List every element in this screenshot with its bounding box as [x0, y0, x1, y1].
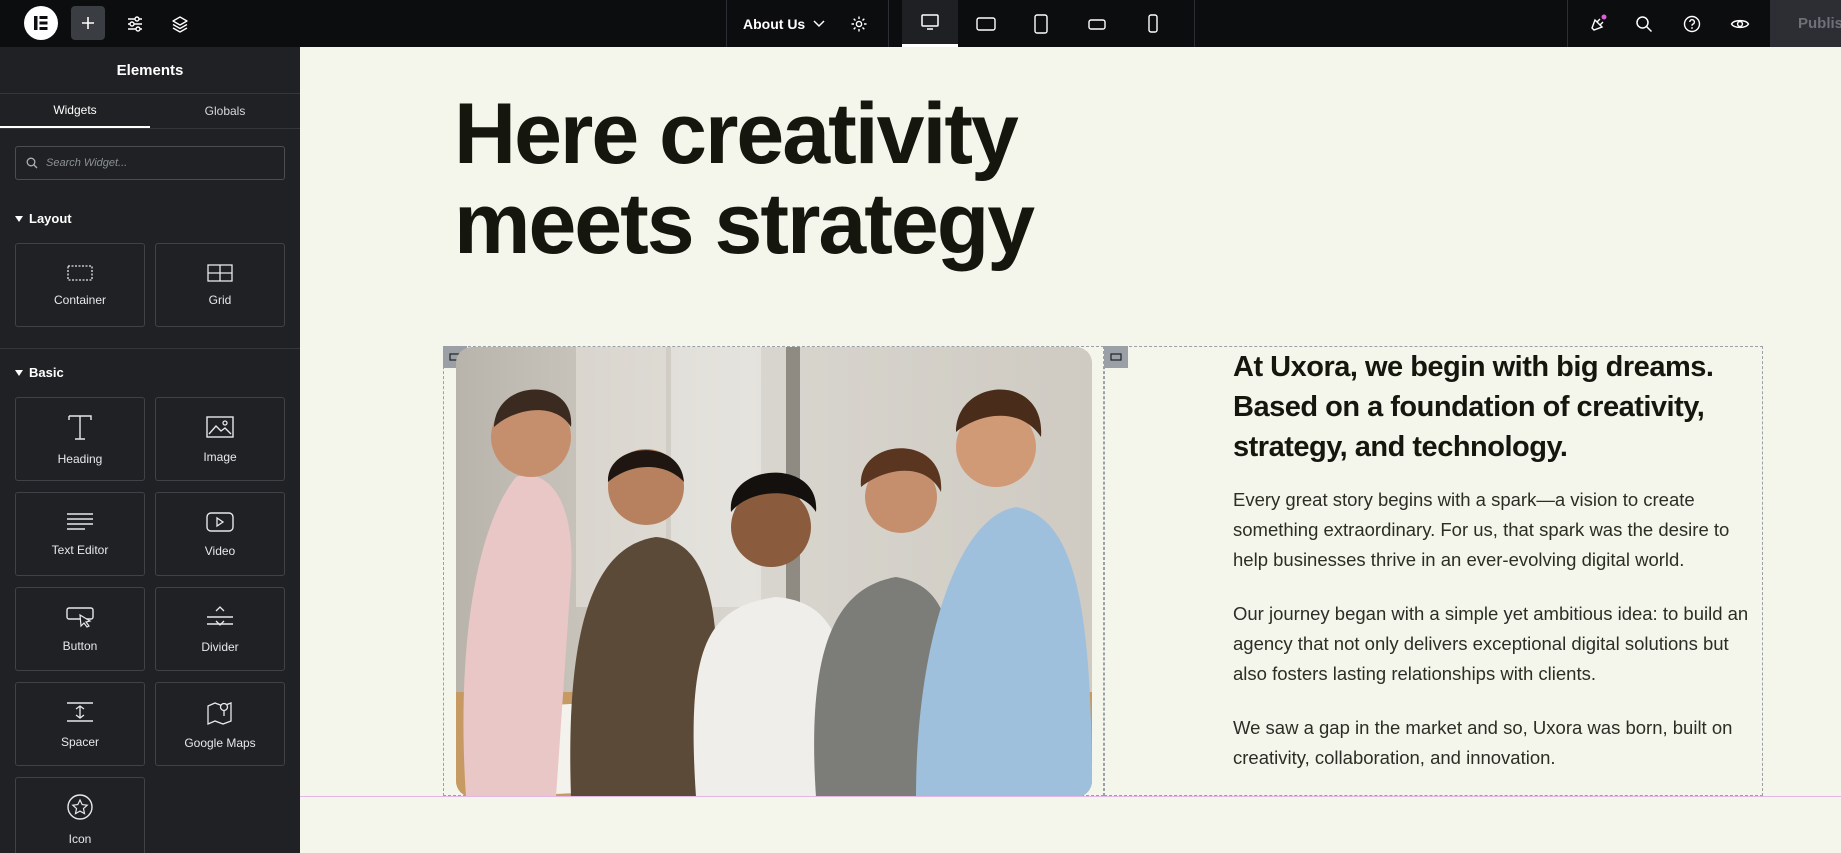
notifications-icon [1591, 14, 1607, 31]
widget-container[interactable]: Container [15, 243, 145, 327]
container-handle[interactable] [1104, 346, 1128, 368]
team-photo-image [456, 347, 1092, 797]
hero-heading-line: Here creativity [454, 86, 1019, 182]
widget-image[interactable]: Image [155, 397, 285, 481]
about-sub-heading[interactable]: At Uxora, we begin with big dreams. Base… [1233, 347, 1753, 467]
category-label: Layout [29, 211, 72, 226]
search-icon [1636, 15, 1653, 32]
publish-button[interactable]: Publish [1770, 0, 1841, 47]
publish-label: Publish [1798, 15, 1841, 32]
topbar-divider [1194, 0, 1195, 47]
editor-canvas[interactable]: Here creativity meets strategy At Uxora,… [300, 47, 1841, 853]
device-tablet-button[interactable] [1013, 0, 1069, 47]
chevron-down-icon [813, 19, 825, 27]
image-column-container[interactable] [443, 346, 1104, 797]
site-settings-button[interactable] [118, 0, 152, 47]
preview-eye-icon [1730, 19, 1750, 28]
widget-label: Button [62, 639, 98, 653]
caret-down-icon [15, 369, 23, 376]
team-photo[interactable] [456, 347, 1092, 797]
widget-label: Text Editor [51, 543, 109, 557]
widget-label: Container [53, 293, 107, 307]
widget-label: Grid [208, 293, 232, 307]
widget-video[interactable]: Video [155, 492, 285, 576]
container-icon [67, 265, 93, 281]
google-maps-icon [207, 702, 232, 725]
page-settings-icon [851, 16, 867, 31]
topbar-divider [1567, 0, 1568, 47]
elements-panel: Elements Widgets Globals Layout Containe… [0, 47, 300, 853]
topbar-divider [888, 0, 889, 47]
about-paragraph[interactable]: We saw a gap in the market and so, Uxora… [1233, 713, 1758, 773]
hero-heading-line: meets strategy [454, 176, 1035, 272]
widget-label: Google Maps [184, 736, 256, 750]
widget-text-editor[interactable]: Text Editor [15, 492, 145, 576]
mobile-icon [1148, 13, 1158, 33]
hero-heading[interactable]: Here creativity meets strategy [454, 89, 1214, 269]
device-mobile-button[interactable] [1125, 0, 1181, 47]
widget-heading[interactable]: Heading [15, 397, 145, 481]
preview-button[interactable] [1726, 0, 1754, 47]
widget-button[interactable]: Button [15, 587, 145, 671]
image-icon [206, 416, 234, 438]
page-name-label: About Us [743, 15, 806, 32]
settings-sliders-icon [128, 15, 142, 32]
search-button[interactable] [1630, 0, 1658, 47]
widget-label: Divider [201, 640, 239, 654]
panel-title: Elements [0, 47, 300, 94]
widget-icon[interactable]: Icon [15, 777, 145, 853]
widget-spacer[interactable]: Spacer [15, 682, 145, 766]
widget-grid[interactable]: Grid [155, 243, 285, 327]
widget-divider[interactable]: Divider [155, 587, 285, 671]
star-icon [67, 794, 93, 820]
widget-label: Heading [57, 452, 103, 466]
tablet-icon [1034, 13, 1048, 34]
divider-icon [207, 606, 233, 626]
search-widget-input[interactable] [46, 157, 266, 169]
video-icon [206, 512, 234, 532]
layers-icon [172, 15, 188, 33]
widget-label: Video [204, 544, 236, 558]
about-paragraph[interactable]: Our journey began with a simple yet ambi… [1233, 599, 1758, 689]
category-label: Basic [29, 365, 64, 380]
desktop-icon [921, 14, 939, 30]
device-tablet-landscape-button[interactable] [958, 0, 1014, 47]
widget-label: Spacer [60, 735, 100, 749]
text-editor-icon [67, 513, 93, 530]
tab-globals[interactable]: Globals [150, 94, 300, 128]
category-layout-toggle[interactable]: Layout [15, 211, 72, 226]
mobile-landscape-icon [1088, 18, 1106, 30]
category-basic-toggle[interactable]: Basic [15, 365, 64, 380]
tablet-landscape-icon [976, 16, 996, 31]
widget-label: Icon [68, 832, 92, 846]
widget-google-maps[interactable]: Google Maps [155, 682, 285, 766]
tab-widgets[interactable]: Widgets [0, 94, 150, 128]
about-paragraph[interactable]: Every great story begins with a spark—a … [1233, 485, 1758, 575]
page-selector[interactable]: About Us [743, 0, 825, 47]
topbar-divider [726, 0, 727, 47]
page-settings-button[interactable] [846, 0, 872, 47]
panel-tabs: Widgets Globals [0, 94, 300, 129]
section-boundary [300, 796, 1841, 797]
search-icon [26, 157, 38, 169]
widget-search[interactable] [15, 146, 285, 180]
add-element-button[interactable] [71, 6, 105, 40]
panel-divider [0, 348, 300, 349]
help-icon [1683, 15, 1701, 32]
device-desktop-button[interactable] [902, 0, 958, 47]
container-handle-icon [1110, 353, 1122, 361]
grid-icon [207, 264, 233, 282]
spacer-icon [67, 702, 93, 722]
plus-icon [82, 17, 94, 29]
caret-down-icon [15, 215, 23, 222]
help-button[interactable] [1678, 0, 1706, 47]
device-mobile-landscape-button[interactable] [1069, 0, 1125, 47]
elementor-logo-icon[interactable] [24, 6, 58, 40]
notifications-button[interactable] [1584, 0, 1612, 47]
heading-icon [68, 415, 92, 440]
structure-layers-button[interactable] [163, 0, 197, 47]
widget-label: Image [203, 450, 237, 464]
top-bar: About Us Publish [0, 0, 1841, 47]
button-icon [66, 607, 94, 628]
